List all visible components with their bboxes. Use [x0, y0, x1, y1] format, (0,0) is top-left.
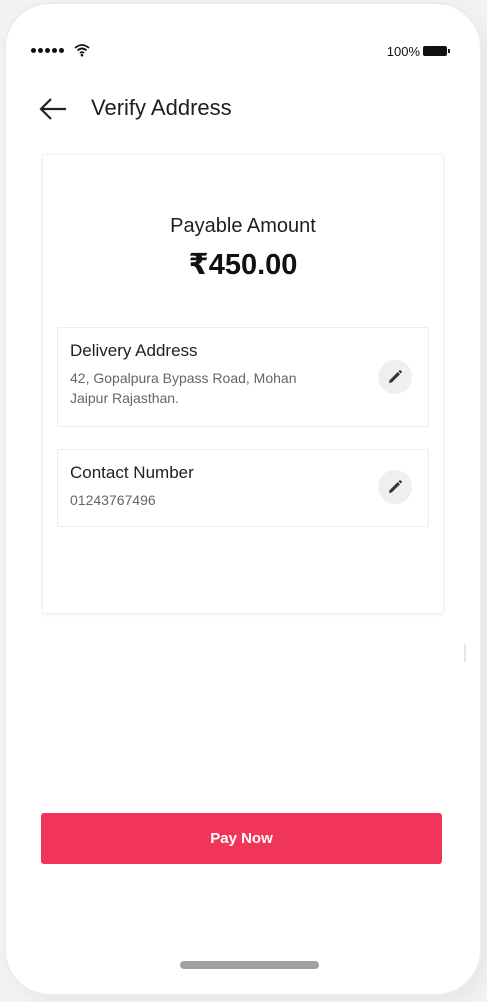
back-arrow-icon[interactable] — [38, 96, 68, 122]
battery-icon — [423, 46, 447, 56]
signal-icon — [31, 48, 64, 53]
delivery-address-box: Delivery Address 42, Gopalpura Bypass Ro… — [57, 327, 429, 427]
page-title: Verify Address — [91, 95, 232, 120]
status-bar: 100% — [6, 42, 480, 62]
header: Verify Address — [6, 90, 480, 130]
address-line-2: Jaipur Rajasthan. — [70, 390, 179, 406]
scroll-indicator — [464, 644, 466, 662]
home-indicator[interactable] — [180, 961, 319, 969]
payment-card: Payable Amount ₹450.00 Delivery Address … — [42, 154, 444, 614]
pay-now-button[interactable]: Pay Now — [41, 813, 442, 864]
edit-address-button[interactable] — [378, 360, 412, 394]
battery-tip — [448, 49, 450, 53]
address-line-1: 42, Gopalpura Bypass Road, Mohan — [70, 370, 297, 386]
contact-number-box: Contact Number 01243767496 — [57, 449, 429, 527]
contact-number-value: 01243767496 — [70, 492, 156, 508]
edit-pencil-icon — [389, 370, 402, 383]
wifi-icon — [74, 44, 90, 57]
payable-amount-value: ₹450.00 — [188, 249, 298, 281]
contact-number-label: Contact Number — [70, 463, 194, 482]
delivery-address-value: 42, Gopalpura Bypass Road, Mohan Jaipur … — [70, 368, 350, 408]
battery-percentage: 100% — [386, 44, 420, 59]
edit-contact-button[interactable] — [378, 470, 412, 504]
payable-amount-label: Payable Amount — [170, 215, 316, 237]
phone-frame: 100% Verify Address Payable Amount ₹450.… — [6, 4, 480, 994]
edit-pencil-icon — [389, 480, 402, 493]
delivery-address-label: Delivery Address — [70, 341, 198, 360]
